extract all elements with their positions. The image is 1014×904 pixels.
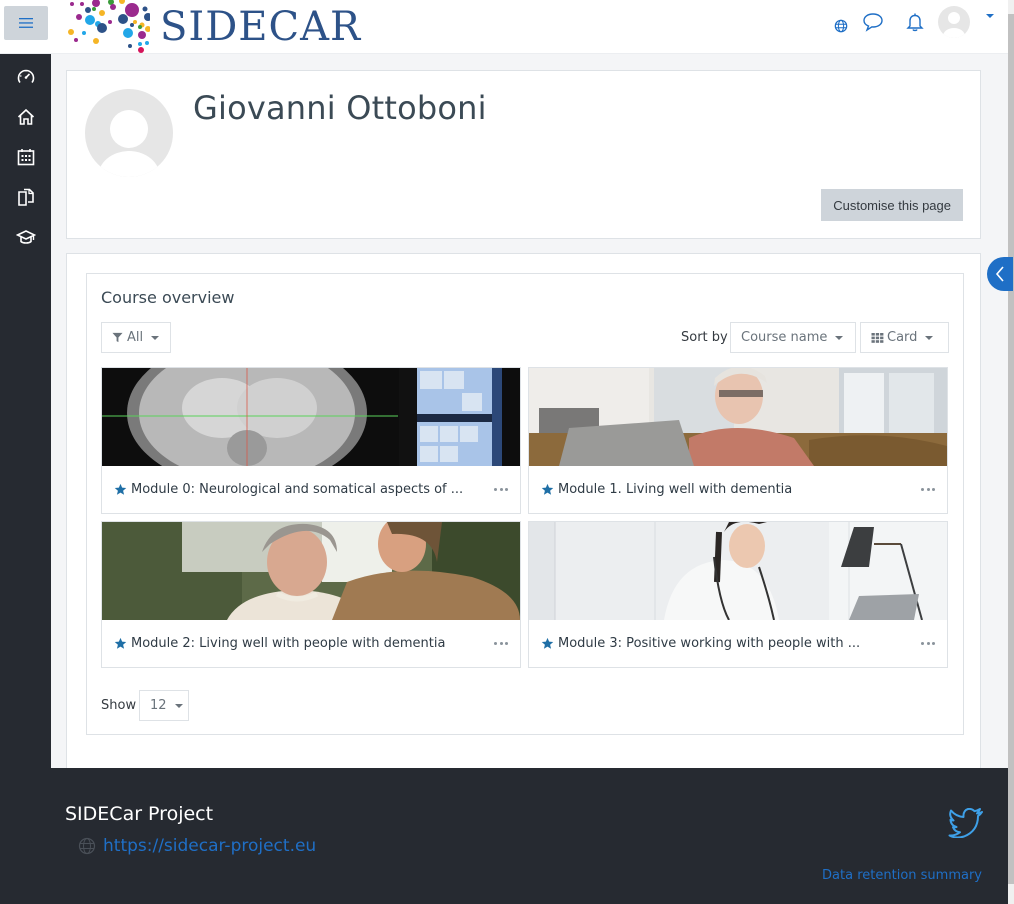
filter-value: All — [127, 330, 144, 345]
profile-picture — [85, 89, 173, 177]
display-mode-dropdown[interactable]: Card — [860, 322, 949, 353]
course-card[interactable]: Module 0: Neurological and somatical asp… — [101, 367, 521, 514]
language-button[interactable] — [834, 19, 848, 33]
filter-icon — [112, 332, 123, 343]
elderly-woman-laptop-image — [529, 368, 947, 466]
course-image-doctor[interactable] — [529, 522, 947, 620]
course-info: Module 2: Living well with people with d… — [102, 620, 520, 667]
footer-title: SIDECar Project — [65, 803, 214, 825]
course-card[interactable]: Module 1. Living well with dementia — [528, 367, 948, 514]
sort-by-label: Sort by — [681, 330, 728, 345]
data-retention-link[interactable]: Data retention summary — [822, 868, 982, 883]
star-icon[interactable] — [114, 637, 127, 650]
course-name-link[interactable]: Module 0: Neurological and somatical asp… — [131, 482, 484, 497]
course-card[interactable]: Module 2: Living well with people with d… — [101, 521, 521, 668]
page-footer: SIDECar Project https://sidecar-project.… — [0, 768, 1008, 904]
top-navbar: SIDECAR — [0, 0, 1008, 54]
user-menu-caret-icon[interactable] — [986, 14, 994, 18]
block-region: Course overview All Sort by Course name … — [66, 253, 981, 773]
course-name-link[interactable]: Module 3: Positive working with people w… — [558, 636, 911, 651]
footer-website: https://sidecar-project.eu — [78, 836, 316, 856]
sidebar-item-calendar[interactable] — [0, 137, 51, 177]
block-drawer-toggle[interactable] — [987, 257, 1013, 291]
user-silhouette-icon — [943, 12, 965, 38]
elderly-woman-and-caregiver-image — [102, 522, 520, 620]
drawer-menu-button[interactable] — [4, 6, 48, 40]
block-title: Course overview — [101, 288, 235, 307]
course-name-link[interactable]: Module 1. Living well with dementia — [558, 482, 911, 497]
customise-page-button[interactable]: Customise this page — [821, 189, 963, 221]
scrollbar-thumb[interactable] — [1008, 14, 1014, 884]
logo-dots-icon — [68, 0, 150, 53]
website-link[interactable]: https://sidecar-project.eu — [103, 836, 316, 856]
star-icon[interactable] — [541, 637, 554, 650]
more-actions-icon[interactable] — [494, 641, 508, 646]
mri-brain-scan-image — [102, 368, 520, 466]
view-value: Card — [887, 330, 918, 345]
left-sidebar — [0, 54, 51, 768]
globe-icon — [834, 19, 848, 33]
paging-dropdown[interactable]: 12 — [139, 690, 189, 721]
page-title: Giovanni Ottoboni — [193, 89, 487, 127]
twitter-icon[interactable] — [948, 808, 984, 838]
navbar-actions — [818, 0, 994, 44]
more-actions-icon[interactable] — [494, 487, 508, 492]
sort-dropdown[interactable]: Course name — [730, 322, 856, 353]
star-icon[interactable] — [114, 483, 127, 496]
course-card[interactable]: Module 3: Positive working with people w… — [528, 521, 948, 668]
chevron-down-icon — [174, 703, 183, 708]
chevron-down-icon — [151, 335, 160, 340]
course-info: Module 0: Neurological and somatical asp… — [102, 466, 520, 513]
course-name-link[interactable]: Module 2: Living well with people with d… — [131, 636, 484, 651]
files-icon — [17, 188, 34, 206]
sort-value: Course name — [741, 330, 828, 345]
course-overview-block: Course overview All Sort by Course name … — [86, 273, 964, 735]
site-logo[interactable]: SIDECAR — [66, 0, 361, 54]
chat-bubble-icon — [863, 13, 883, 32]
show-label: Show — [101, 698, 137, 713]
page-scrollbar[interactable] — [1008, 0, 1014, 904]
hamburger-icon — [19, 18, 33, 28]
star-icon[interactable] — [541, 483, 554, 496]
grid-icon — [871, 332, 884, 343]
chevron-left-icon — [995, 266, 1004, 282]
messages-button[interactable] — [862, 11, 884, 33]
page-header: Giovanni Ottoboni Customise this page — [66, 70, 981, 239]
course-info: Module 1. Living well with dementia — [529, 466, 947, 513]
sidebar-item-home[interactable] — [0, 97, 51, 137]
more-actions-icon[interactable] — [921, 487, 935, 492]
home-icon — [17, 108, 34, 125]
grouping-filter-dropdown[interactable]: All — [101, 322, 171, 353]
doctor-at-desk-image — [529, 522, 947, 620]
course-image-elderly-laptop[interactable] — [529, 368, 947, 466]
globe-icon — [78, 837, 96, 855]
sidebar-item-my-courses[interactable] — [0, 217, 51, 257]
chevron-down-icon — [925, 335, 934, 340]
logo-text: SIDECAR — [160, 4, 362, 50]
course-info: Module 3: Positive working with people w… — [529, 620, 947, 667]
paging-value: 12 — [150, 698, 167, 713]
calendar-icon — [17, 149, 34, 166]
user-silhouette-icon — [98, 110, 160, 177]
sidebar-item-dashboard[interactable] — [0, 57, 51, 97]
graduation-cap-icon — [15, 230, 36, 244]
dashboard-gauge-icon — [17, 69, 34, 83]
course-image-mri[interactable] — [102, 368, 520, 466]
sidebar-item-private-files[interactable] — [0, 177, 51, 217]
user-avatar[interactable] — [938, 6, 970, 38]
chevron-down-icon — [835, 335, 844, 340]
main-content: Giovanni Ottoboni Customise this page Co… — [51, 54, 1008, 773]
bell-icon — [906, 13, 924, 32]
course-image-caregiver[interactable] — [102, 522, 520, 620]
notifications-button[interactable] — [904, 11, 926, 33]
more-actions-icon[interactable] — [921, 641, 935, 646]
